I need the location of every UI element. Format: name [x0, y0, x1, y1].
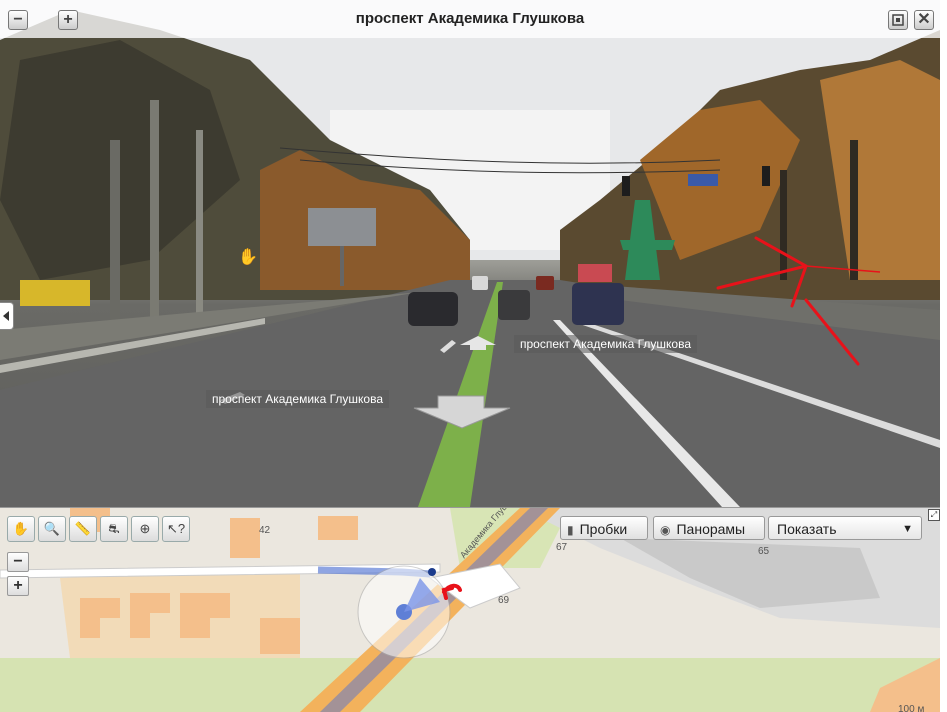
street-panorama[interactable]: проспект Академика Глушкова − + ✕ ✋ прос…: [0, 0, 940, 507]
map-zoom-in-button[interactable]: +: [7, 576, 29, 596]
ruler-tool-button[interactable]: 📏: [69, 516, 97, 542]
zoom-in-button[interactable]: +: [58, 10, 78, 30]
info-cursor-tool-button[interactable]: ↖?: [162, 516, 190, 542]
magnifier-tool-button[interactable]: 🔍: [38, 516, 66, 542]
panorama-title: проспект Академика Глушкова: [355, 10, 585, 27]
chevron-down-icon: ▼: [902, 523, 913, 535]
traffic-light-icon: ▮: [567, 523, 574, 537]
map-zoom-out-button[interactable]: −: [7, 552, 29, 572]
info-cursor-icon: ↖?: [166, 521, 186, 536]
route-icon: ⛐: [108, 521, 120, 536]
show-select-value: Показать: [777, 521, 837, 537]
house-number: 67: [556, 542, 568, 553]
panoramas-button-label: Панорамы: [676, 521, 746, 537]
close-button[interactable]: ✕: [914, 10, 934, 30]
hand-icon: ✋: [12, 521, 30, 536]
traffic-button-label: Пробки: [579, 521, 628, 537]
expand-map-icon[interactable]: ⤢: [928, 509, 940, 521]
hand-cursor-icon: ✋: [238, 249, 258, 266]
magnifier-icon: 🔍: [43, 521, 61, 536]
panoramas-button[interactable]: ◉ Панорамы: [653, 516, 765, 540]
panorama-camera-icon: ◉: [660, 523, 671, 537]
house-number: 69: [498, 595, 510, 606]
street-label-backward[interactable]: проспект Академика Глушкова: [206, 390, 389, 408]
hand-tool-button[interactable]: ✋: [7, 516, 35, 542]
zoom-out-button[interactable]: −: [8, 10, 28, 30]
house-number: 42: [259, 525, 271, 536]
fit-screen-icon: [892, 14, 904, 26]
ruler-icon: 📏: [74, 521, 92, 536]
panorama-scene: [0, 0, 940, 507]
add-object-tool-button[interactable]: ⊕: [131, 516, 159, 542]
map-panel[interactable]: ✋ 🔍 📏 ⛐ ⊕ ↖? − + ▮ Пробки ◉ Панорамы Показ…: [0, 507, 940, 712]
route-tool-button[interactable]: ⛐: [100, 516, 128, 542]
collapse-arrow-icon[interactable]: [0, 302, 14, 330]
add-object-icon: ⊕: [139, 521, 151, 536]
traffic-button[interactable]: ▮ Пробки: [560, 516, 648, 540]
fit-screen-button[interactable]: [888, 10, 908, 30]
street-label-forward[interactable]: проспект Академика Глушкова: [514, 335, 697, 353]
house-number: 65: [758, 546, 770, 557]
show-select[interactable]: Показать ▼: [768, 516, 922, 540]
